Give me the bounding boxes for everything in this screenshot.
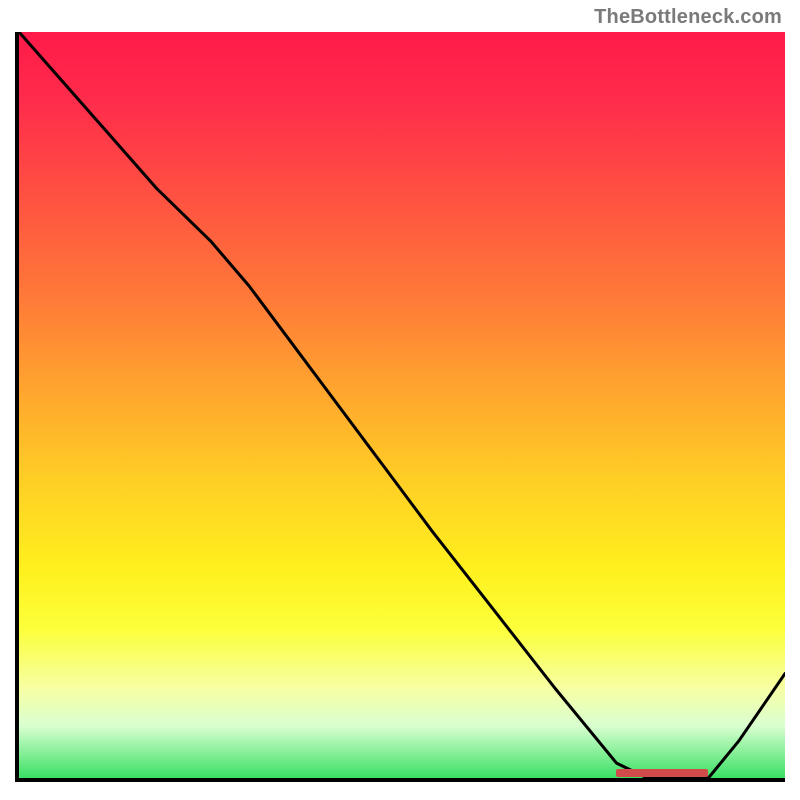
watermark-text: TheBottleneck.com: [594, 6, 782, 29]
data-line-layer: [19, 32, 785, 778]
data-curve: [19, 32, 785, 778]
plot-frame: [15, 32, 785, 782]
optimal-range-marker: [616, 769, 708, 777]
chart-container: TheBottleneck.com: [0, 0, 800, 800]
